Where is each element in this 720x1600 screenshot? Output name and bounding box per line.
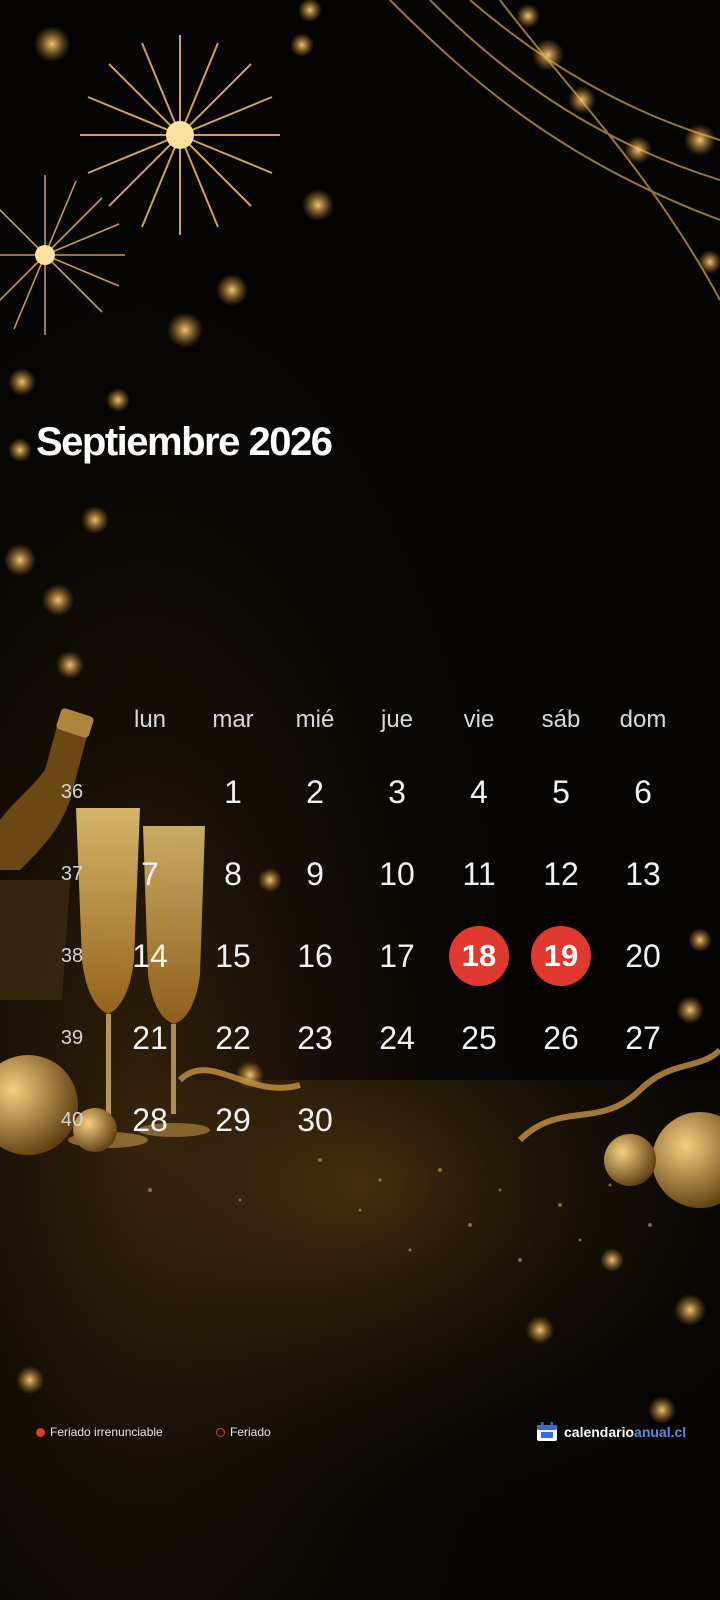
day-cell[interactable]: 2: [285, 762, 345, 822]
day-cell[interactable]: 21: [120, 1008, 180, 1068]
day-cell[interactable]: 25: [449, 1008, 509, 1068]
day-cell[interactable]: 4: [449, 762, 509, 822]
day-cell[interactable]: 29: [203, 1090, 263, 1150]
week-row: 39 21 22 23 24 25 26 27: [0, 1008, 720, 1068]
day-cell[interactable]: 15: [203, 926, 263, 986]
week-number: 38: [60, 945, 84, 967]
week-row: 38 14 15 16 17 18 19 20: [0, 926, 720, 986]
week-row: 40 28 29 30: [0, 1090, 720, 1150]
weekday-header: lun mar mié jue vie sáb dom: [0, 700, 720, 740]
weekday-mar: mar: [212, 706, 254, 733]
day-cell[interactable]: 16: [285, 926, 345, 986]
day-cell[interactable]: 9: [285, 844, 345, 904]
legend-feriado: Feriado: [216, 1420, 271, 1444]
day-cell[interactable]: 26: [531, 1008, 591, 1068]
holiday-day-cell[interactable]: 18: [449, 926, 509, 986]
day-cell[interactable]: 17: [367, 926, 427, 986]
week-number: 37: [60, 863, 84, 885]
day-cell[interactable]: 30: [285, 1090, 345, 1150]
day-cell[interactable]: 11: [449, 844, 509, 904]
holiday-day-cell[interactable]: 19: [531, 926, 591, 986]
day-cell[interactable]: 8: [203, 844, 263, 904]
week-number: 40: [60, 1109, 84, 1131]
week-number: 36: [60, 781, 84, 803]
day-cell[interactable]: 5: [531, 762, 591, 822]
weekday-vie: vie: [463, 706, 495, 733]
legend-irrenunciable: Feriado irrenunciable: [36, 1420, 163, 1444]
day-cell[interactable]: 22: [203, 1008, 263, 1068]
day-cell[interactable]: 12: [531, 844, 591, 904]
brand-logo[interactable]: calendarioanual.cl: [536, 1420, 686, 1444]
filled-dot-icon: [36, 1428, 45, 1437]
page-title: Septiembre 2026: [36, 420, 333, 464]
outline-dot-icon: [216, 1428, 225, 1437]
day-cell[interactable]: 13: [613, 844, 673, 904]
week-row: 37 7 8 9 10 11 12 13: [0, 844, 720, 904]
weekday-jue: jue: [380, 706, 414, 733]
day-cell[interactable]: 7: [120, 844, 180, 904]
legend-feriado-label: Feriado: [230, 1425, 271, 1439]
day-cell[interactable]: 24: [367, 1008, 427, 1068]
day-cell[interactable]: 14: [120, 926, 180, 986]
day-cell[interactable]: 20: [613, 926, 673, 986]
legend-irrenunciable-label: Feriado irrenunciable: [50, 1425, 163, 1439]
weekday-dom: dom: [619, 706, 667, 733]
brand-name-part1: calendario: [564, 1424, 635, 1440]
day-cell[interactable]: 10: [367, 844, 427, 904]
calendar-logo-icon: [536, 1422, 558, 1449]
weekday-sab: sáb: [541, 706, 581, 733]
week-number: 39: [60, 1027, 84, 1049]
weekday-lun: lun: [133, 706, 167, 733]
day-cell[interactable]: 23: [285, 1008, 345, 1068]
weekday-mie: mié: [295, 706, 335, 733]
day-cell[interactable]: 3: [367, 762, 427, 822]
week-row: 36 1 2 3 4 5 6: [0, 762, 720, 822]
day-cell[interactable]: 6: [613, 762, 673, 822]
day-cell[interactable]: 28: [120, 1090, 180, 1150]
day-cell[interactable]: 27: [613, 1008, 673, 1068]
day-cell[interactable]: 1: [203, 762, 263, 822]
brand-name-part2: anual.cl: [634, 1424, 687, 1440]
